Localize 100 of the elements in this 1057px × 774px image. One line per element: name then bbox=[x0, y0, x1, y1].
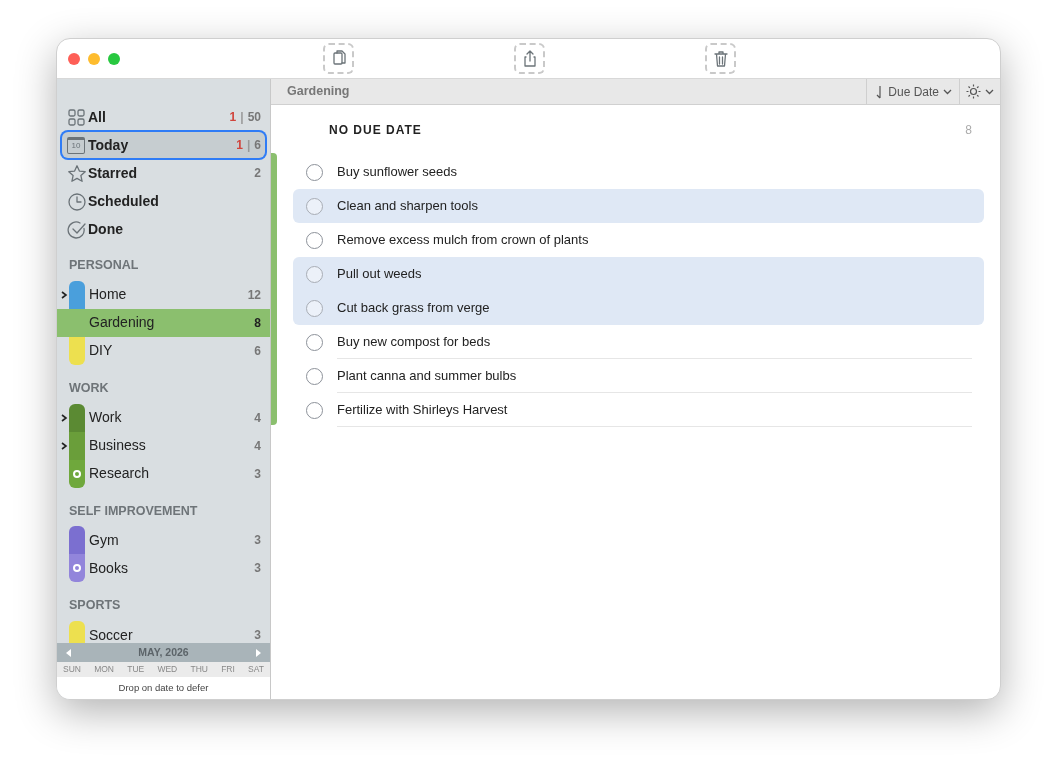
task-count: 3 bbox=[254, 627, 261, 643]
zoom-button[interactable] bbox=[108, 52, 120, 65]
sidebar-item[interactable]: Business 4 bbox=[57, 431, 270, 460]
checkbox[interactable] bbox=[306, 299, 323, 317]
separator: | bbox=[246, 138, 251, 152]
calendar-icon: 10 bbox=[67, 136, 85, 154]
weekday-label: WED bbox=[157, 663, 178, 676]
sidebar-item[interactable]: Soccer 3 bbox=[57, 621, 270, 643]
share-button[interactable] bbox=[514, 43, 545, 74]
star-icon bbox=[67, 163, 86, 183]
section-heading: SELF IMPROVEMENT bbox=[68, 502, 199, 520]
list-label: Starred bbox=[88, 163, 139, 183]
checkbox[interactable] bbox=[306, 163, 323, 181]
minimize-button[interactable] bbox=[88, 52, 100, 65]
task-title: Clean and sharpen tools bbox=[337, 197, 478, 216]
weekday-label: SUN bbox=[63, 663, 81, 676]
task-row[interactable]: Buy sunflower seeds bbox=[293, 155, 984, 189]
previous-month-arrow[interactable] bbox=[65, 647, 73, 658]
weekday-label: SAT bbox=[248, 663, 264, 676]
checkbox[interactable] bbox=[306, 401, 323, 419]
section-heading: PERSONAL bbox=[68, 257, 140, 274]
task-count: 50 bbox=[247, 110, 261, 124]
list-label: DIY bbox=[89, 341, 114, 361]
task-count: 3 bbox=[254, 465, 261, 483]
weekday-label: TUE bbox=[127, 663, 145, 676]
task-row[interactable]: Clean and sharpen tools bbox=[293, 189, 984, 223]
list-label: Research bbox=[89, 464, 150, 483]
list-label: Today bbox=[88, 135, 130, 155]
next-month-arrow[interactable] bbox=[254, 647, 262, 658]
overdue-count: 1 bbox=[229, 110, 237, 124]
task-title: Fertilize with Shirleys Harvest bbox=[337, 400, 508, 419]
grid-icon bbox=[67, 107, 86, 127]
sidebar-item[interactable]: Home 12 bbox=[57, 280, 270, 309]
close-button[interactable] bbox=[68, 52, 80, 65]
hint-text: Drop on date to defer bbox=[118, 680, 209, 695]
task-row[interactable]: Plant canna and summer bulbs bbox=[293, 359, 984, 393]
copy-button[interactable] bbox=[323, 43, 354, 74]
task-row[interactable]: Remove excess mulch from crown of plants bbox=[293, 223, 984, 257]
task-title: Cut back grass from verge bbox=[337, 299, 490, 318]
task-title: Remove excess mulch from crown of plants bbox=[337, 231, 589, 250]
list-label: Done bbox=[88, 219, 124, 239]
list-label: Books bbox=[89, 558, 129, 578]
sidebar-item[interactable]: Starred 2 bbox=[62, 160, 265, 186]
list-label: Business bbox=[89, 436, 147, 455]
task-count: 6 bbox=[254, 138, 261, 152]
list-label: Soccer bbox=[89, 625, 134, 643]
sidebar-item[interactable]: Research 3 bbox=[57, 459, 270, 488]
section-heading: NO DUE DATE bbox=[329, 122, 423, 139]
task-count: 3 bbox=[254, 560, 261, 578]
weekday-label: FRI bbox=[221, 663, 235, 676]
checkbox[interactable] bbox=[306, 197, 323, 215]
list-label: Home bbox=[89, 285, 128, 305]
clock-icon bbox=[67, 191, 86, 211]
separator: | bbox=[240, 110, 244, 124]
task-title: Buy sunflower seeds bbox=[337, 163, 457, 182]
task-title: Pull out weeds bbox=[337, 265, 422, 284]
task-count: 4 bbox=[254, 409, 261, 427]
task-row[interactable]: Cut back grass from verge bbox=[293, 291, 984, 325]
sidebar-item[interactable]: All 1 | 50 bbox=[62, 104, 265, 130]
disclosure-icon[interactable] bbox=[60, 412, 69, 423]
sidebar-item[interactable]: 10 Today 1 | 6 bbox=[62, 132, 265, 158]
task-row[interactable]: Buy new compost for beds bbox=[293, 325, 984, 359]
check-circle-icon bbox=[67, 219, 86, 239]
sidebar-item[interactable]: Books 3 bbox=[57, 554, 270, 583]
checkbox[interactable] bbox=[306, 231, 323, 249]
checkbox[interactable] bbox=[306, 367, 323, 385]
task-count: 12 bbox=[247, 286, 261, 304]
task-count: 2 bbox=[254, 166, 261, 180]
task-row[interactable]: Fertilize with Shirleys Harvest bbox=[293, 393, 984, 427]
disclosure-icon[interactable] bbox=[60, 440, 69, 451]
sort-menu[interactable]: Due Date bbox=[866, 79, 959, 104]
month-label: MAY, 2026 bbox=[138, 644, 189, 660]
sidebar-item[interactable]: Done bbox=[62, 216, 265, 242]
list-label: All bbox=[88, 107, 107, 127]
disclosure-icon[interactable] bbox=[60, 289, 69, 300]
sidebar-item[interactable]: Work 4 bbox=[57, 403, 270, 432]
list-label: Scheduled bbox=[88, 191, 160, 211]
task-count: 8 bbox=[254, 314, 261, 332]
section-heading: SPORTS bbox=[68, 597, 122, 615]
list-title: Gardening bbox=[286, 83, 351, 101]
task-count: 3 bbox=[254, 532, 261, 550]
task-title: Plant canna and summer bulbs bbox=[337, 366, 517, 385]
ring-icon bbox=[73, 469, 81, 478]
list-label: Gardening bbox=[89, 313, 156, 333]
sidebar-item[interactable]: DIY 6 bbox=[57, 336, 270, 365]
list-label: Work bbox=[89, 408, 123, 427]
ring-icon bbox=[73, 564, 81, 573]
weekday-label: MON bbox=[94, 663, 114, 676]
trash-button[interactable] bbox=[705, 43, 736, 74]
sidebar-item[interactable]: Gym 3 bbox=[57, 526, 270, 555]
chevron-down-icon bbox=[943, 88, 952, 95]
task-row[interactable]: Pull out weeds bbox=[293, 257, 984, 291]
task-count: 8 bbox=[965, 122, 972, 139]
checkbox[interactable] bbox=[306, 265, 323, 283]
weekday-label: THU bbox=[190, 663, 208, 676]
checkbox[interactable] bbox=[306, 333, 323, 351]
overdue-count: 1 bbox=[236, 138, 243, 152]
sidebar-item[interactable]: Gardening 8 bbox=[57, 308, 270, 337]
chevron-down-icon bbox=[985, 88, 994, 95]
sidebar-item[interactable]: Scheduled bbox=[62, 188, 265, 214]
